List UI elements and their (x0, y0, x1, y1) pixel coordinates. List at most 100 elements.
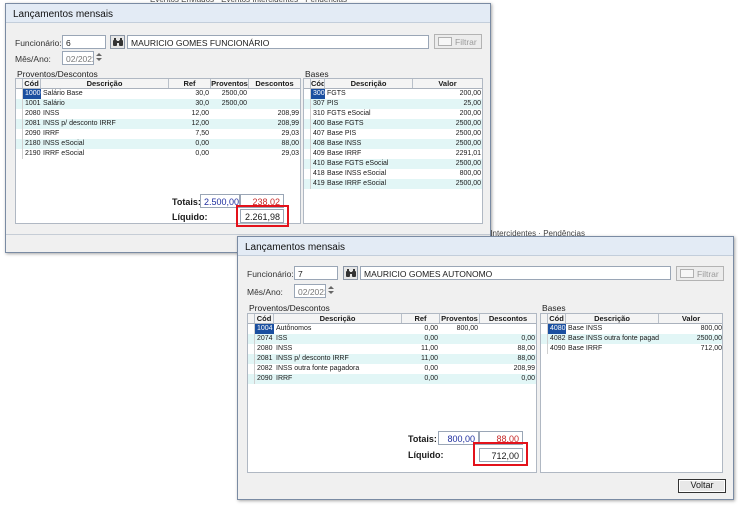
column-header[interactable]: Cód (548, 314, 566, 323)
table-row[interactable]: 1004 Autônomos 0,00 800,00 (248, 324, 536, 334)
table-row[interactable]: 2090 IRRF 0,00 0,00 (248, 374, 536, 384)
cell-descv: 29,03 (281, 130, 299, 137)
bases-grid[interactable]: CódDescriçãoValor3001FGTS200,003079PIS25… (304, 79, 482, 189)
column-header[interactable]: Descrição (41, 79, 169, 88)
cell-cod: 2081 (257, 355, 273, 362)
table-row[interactable]: 2080 INSS 11,00 88,00 (248, 344, 536, 354)
cell-prov (440, 334, 480, 344)
binoculars-icon (113, 38, 123, 46)
row-indicator-cell (248, 364, 255, 374)
window-title: Lançamentos mensais (6, 4, 490, 23)
cell-ref: 0,00 (195, 140, 209, 147)
table-row[interactable]: 4005Base FGTS 2500,00 (304, 119, 482, 129)
cell-prov: 2500,00 (221, 100, 247, 107)
bases-grid[interactable]: Cód Descrição Valor 4080 Base INSS 800,00 4082… (541, 314, 722, 354)
table-row[interactable]: 3101FGTS eSocial 200,00 (304, 109, 482, 119)
column-header[interactable]: Descrição (274, 314, 402, 323)
cell-ref: 30,0 (195, 100, 209, 107)
table-row[interactable]: 4082 Base INSS outra fonte pagador 2500,00 (541, 334, 722, 344)
mesano-spinner[interactable] (95, 51, 102, 65)
funcionario-code-input[interactable]: 6 (62, 35, 106, 49)
proventos-descontos-grid[interactable]: Cód Descrição Ref Proventos Descontos 1000 Sal… (16, 79, 300, 159)
column-header[interactable]: Ref (402, 314, 440, 323)
cell-desc: Salário Base (43, 90, 83, 97)
cell-ref: 7,50 (195, 130, 209, 137)
cell-descv: 208,99 (277, 110, 299, 117)
table-row[interactable]: 2180 INSS eSocial 0,00 88,00 (16, 139, 300, 149)
column-header[interactable]: Proventos (440, 314, 480, 323)
cell-cod: 2180 (25, 140, 41, 147)
table-row[interactable]: 2074 ISS 0,00 0,00 (248, 334, 536, 344)
table-row[interactable]: 4080 Base INSS 800,00 (541, 324, 722, 334)
cell-prov (440, 344, 480, 354)
cell-cod: 2190 (25, 150, 41, 157)
window-lancamentos-autonomo: Lançamentos mensais Funcionário: 7 MAURI… (237, 236, 734, 500)
grid-header-row: Cód Descrição Ref Proventos Descontos (16, 79, 300, 89)
cell-desc: ISS (276, 335, 288, 342)
bases-panel: Cód Descrição Valor 4080 Base INSS 800,00 4082… (540, 313, 723, 473)
column-header[interactable]: Valor (413, 79, 482, 88)
table-row[interactable]: 4090Base IRRF 2291,01 (304, 149, 482, 159)
cell-valor: 2291,01 (455, 150, 481, 157)
row-indicator-cell (16, 139, 23, 149)
cell-ref: 0,00 (424, 365, 438, 372)
column-header[interactable]: Descontos (249, 79, 300, 88)
column-header[interactable]: Descontos (480, 314, 536, 323)
cell-desc: Autônomos (276, 325, 312, 332)
table-row[interactable]: 4190Base IRRF eSocial 2500,00 (304, 179, 482, 189)
cell-prov (211, 119, 249, 129)
cell-ref: 0,00 (424, 335, 438, 342)
funcionario-code-input[interactable]: 7 (294, 266, 338, 280)
funcionario-label: Funcionário: (15, 38, 62, 48)
column-header[interactable]: Descrição (566, 314, 659, 323)
row-indicator-cell (16, 89, 23, 99)
filtrar-button[interactable]: Filtrar (434, 34, 482, 49)
cell-ref: 12,00 (191, 110, 209, 117)
filtrar-button[interactable]: Filtrar (676, 266, 724, 281)
table-row[interactable]: 2190 IRRF eSocial 0,00 29,03 (16, 149, 300, 159)
table-row[interactable]: 3001FGTS 200,00 (304, 89, 482, 99)
table-row[interactable]: 3079PIS 25,00 (304, 99, 482, 109)
bases-panel: CódDescriçãoValor3001FGTS200,003079PIS25… (303, 78, 483, 224)
column-header[interactable]: Ref (169, 79, 211, 88)
table-row[interactable]: 4079Base PIS 2500,00 (304, 129, 482, 139)
table-row[interactable]: 4090 Base IRRF 712,00 (541, 344, 722, 354)
cell-desc: Salário (43, 100, 65, 107)
mesano-spinner[interactable] (327, 284, 334, 298)
mesano-input[interactable]: 02/2022 (294, 284, 326, 298)
header-indicator-cell (304, 79, 311, 88)
table-row[interactable]: 2081 INSS p/ desconto IRRF 11,00 88,00 (248, 354, 536, 364)
search-binoculars-button[interactable] (343, 266, 358, 280)
table-row[interactable]: 2081 INSS p/ desconto IRRF 12,00 208,99 (16, 119, 300, 129)
row-indicator-cell (16, 129, 23, 139)
table-row[interactable]: 1001 Salário 30,0 2500,00 (16, 99, 300, 109)
table-row[interactable]: 2090 IRRF 7,50 29,03 (16, 129, 300, 139)
table-row[interactable]: 2080 INSS 12,00 208,99 (16, 109, 300, 119)
column-header[interactable]: Cód (311, 79, 325, 88)
cell-desc: INSS (43, 110, 60, 117)
cell-descv: 0,00 (521, 375, 535, 382)
column-header[interactable]: Descrição (325, 79, 413, 88)
table-row[interactable]: 4105Base FGTS eSocial 2500,00 (304, 159, 482, 169)
cell-desc: Base FGTS (327, 120, 364, 127)
column-header[interactable]: Cód (23, 79, 41, 88)
table-row[interactable]: 4080Base INSS 2500,00 (304, 139, 482, 149)
cell-cod: 4190 (313, 180, 325, 187)
column-header[interactable]: Valor (659, 314, 722, 323)
voltar-button[interactable]: Voltar (678, 479, 726, 493)
proventos-descontos-grid[interactable]: Cód Descrição Ref Proventos Descontos 1004 Aut… (248, 314, 536, 384)
mesano-label: Mês/Ano: (15, 54, 51, 64)
table-row[interactable]: 1000 Salário Base 30,0 2500,00 (16, 89, 300, 99)
column-header[interactable]: Cód (255, 314, 274, 323)
cell-prov (440, 364, 480, 374)
cell-desc: Base FGTS eSocial (327, 160, 389, 167)
column-header[interactable]: Proventos (211, 79, 249, 88)
table-row[interactable]: 2082 INSS outra fonte pagadora 0,00 208,99 (248, 364, 536, 374)
search-binoculars-button[interactable] (110, 35, 125, 49)
cell-descv (249, 89, 300, 99)
cell-desc: INSS (276, 345, 293, 352)
cell-desc: Base IRRF eSocial (327, 180, 387, 187)
table-row[interactable]: 4180Base INSS eSocial 800,00 (304, 169, 482, 179)
mesano-input[interactable]: 02/2022 (62, 51, 94, 65)
cell-cod: 4082 (550, 335, 566, 342)
